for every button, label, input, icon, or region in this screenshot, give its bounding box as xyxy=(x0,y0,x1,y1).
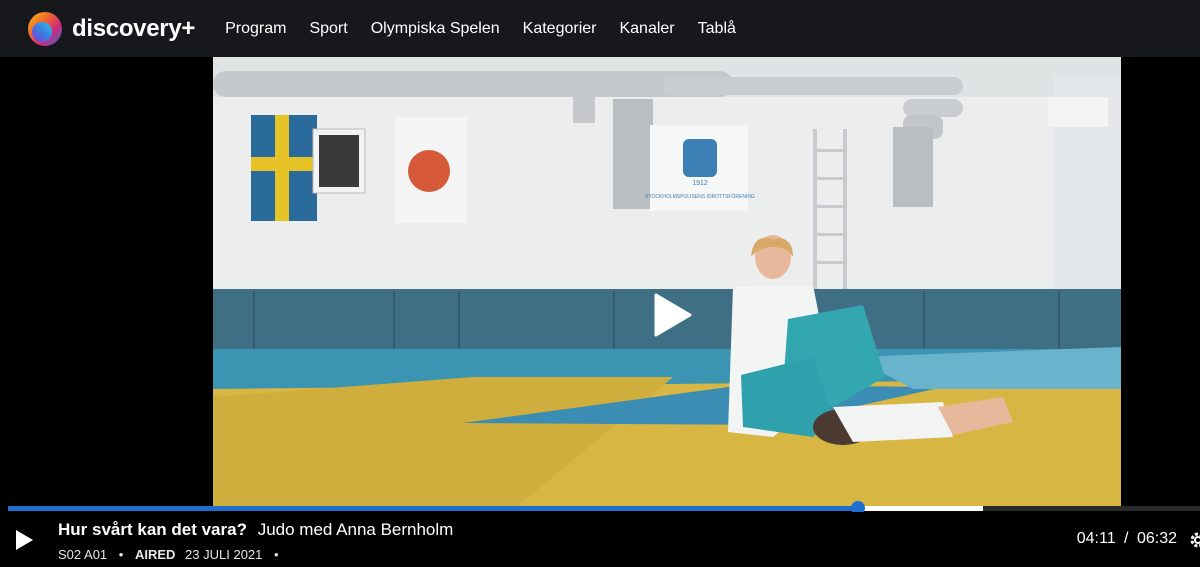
episode-title: Judo med Anna Bernholm xyxy=(257,520,454,539)
video-player[interactable]: 1912 STOCKHOLMSPOLISENS IDROTTSFÖRENING xyxy=(0,57,1200,567)
nav-item-tabla[interactable]: Tablå xyxy=(698,20,736,38)
duration: 06:32 xyxy=(1136,530,1177,547)
aired-label: AIRED xyxy=(134,547,176,562)
nav-item-kanaler[interactable]: Kanaler xyxy=(619,20,674,38)
nav-item-sport[interactable]: Sport xyxy=(309,20,347,38)
video-still-judo-scene: 1912 STOCKHOLMSPOLISENS IDROTTSFÖRENING xyxy=(213,57,1121,510)
play-icon[interactable] xyxy=(14,529,34,551)
top-navigation-bar: discovery+ Program Sport Olympiska Spele… xyxy=(0,0,1200,57)
player-controls: Hur svårt kan det vara? Judo med Anna Be… xyxy=(0,512,1200,567)
logo-text: discovery+ xyxy=(72,14,196,42)
club-flag-text: STOCKHOLMSPOLISENS IDROTTSFÖRENING xyxy=(645,193,755,200)
play-icon[interactable] xyxy=(652,293,692,337)
club-flag-year: 1912 xyxy=(692,180,708,187)
meta-separator: • xyxy=(274,547,279,562)
discovery-logo-icon xyxy=(23,11,65,47)
episode-code: S02 A01 xyxy=(58,547,108,562)
time-display: 04:11 / 06:32 xyxy=(1077,530,1177,548)
show-title: Hur svårt kan det vara? xyxy=(58,520,247,539)
progress-bar[interactable] xyxy=(8,501,1200,515)
aired-date: 23 JULI 2021 xyxy=(185,547,263,562)
nav-item-olympiska-spelen[interactable]: Olympiska Spelen xyxy=(371,20,500,38)
gear-icon[interactable] xyxy=(1188,530,1200,550)
current-time: 04:11 xyxy=(1076,530,1116,547)
time-separator: / xyxy=(1124,530,1129,547)
progress-played xyxy=(8,506,858,511)
main-nav: Program Sport Olympiska Spelen Kategorie… xyxy=(225,20,759,38)
video-frame[interactable]: 1912 STOCKHOLMSPOLISENS IDROTTSFÖRENING xyxy=(213,57,1121,510)
episode-title-line: Hur svårt kan det vara? Judo med Anna Be… xyxy=(58,520,453,540)
meta-separator: • xyxy=(118,547,124,562)
discovery-plus-logo[interactable]: discovery+ xyxy=(23,11,195,47)
nav-item-kategorier[interactable]: Kategorier xyxy=(523,20,597,38)
nav-item-program[interactable]: Program xyxy=(225,20,286,38)
episode-meta: S02 A01 • AIRED 23 JULI 2021 • xyxy=(58,547,287,562)
